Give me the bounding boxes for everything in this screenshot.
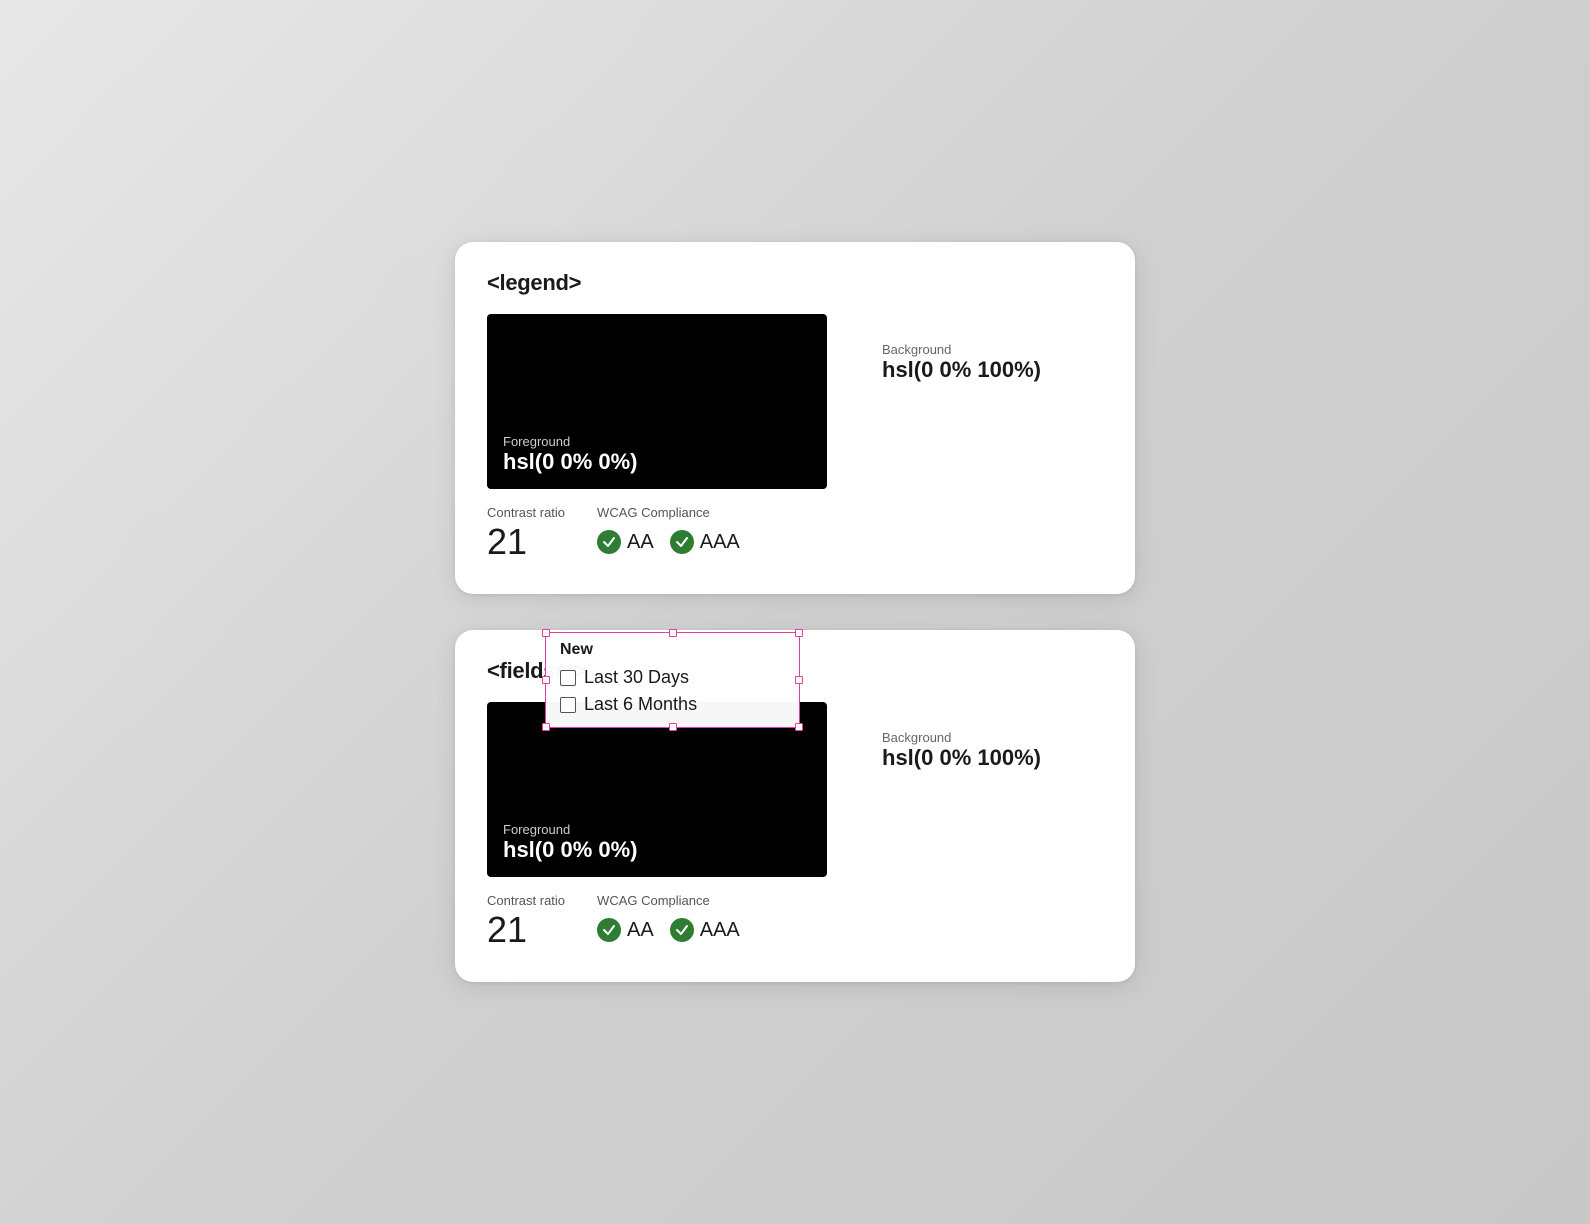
handle-tr xyxy=(795,629,803,637)
foreground-info-2: Foreground hsl(0 0% 0%) xyxy=(503,822,638,863)
foreground-label-2: Foreground xyxy=(503,822,638,837)
aa-label-2: AA xyxy=(627,919,654,942)
preview-row: Foreground hsl(0 0% 0%) Background hsl(0… xyxy=(487,314,1103,489)
foreground-value-2: hsl(0 0% 0%) xyxy=(503,837,638,863)
contrast-ratio-value: 21 xyxy=(487,522,565,562)
selection-overlay: New Last 30 Days Last 6 Months xyxy=(545,632,800,728)
page-container: <legend> Foreground hsl(0 0% 0%) Backgro… xyxy=(455,242,1135,981)
contrast-ratio-label: Contrast ratio xyxy=(487,505,565,520)
wcag-label-2: WCAG Compliance xyxy=(597,893,740,908)
foreground-info: Foreground hsl(0 0% 0%) xyxy=(503,434,638,475)
selection-item-2: Last 6 Months xyxy=(560,694,785,715)
selection-item-2-label: Last 6 Months xyxy=(584,694,697,715)
metrics-row-2: Contrast ratio 21 WCAG Compliance AA xyxy=(487,893,1103,950)
contrast-ratio-value-2: 21 xyxy=(487,910,565,950)
handle-bc xyxy=(669,723,677,731)
aa-check-icon-2 xyxy=(597,918,621,942)
aa-badge: AA xyxy=(597,530,654,554)
handle-mr xyxy=(795,676,803,684)
background-value-2: hsl(0 0% 100%) xyxy=(882,745,1041,771)
checkbox-1[interactable] xyxy=(560,670,576,686)
wcag-label: WCAG Compliance xyxy=(597,505,740,520)
aa-badge-2: AA xyxy=(597,918,654,942)
checkbox-2[interactable] xyxy=(560,697,576,713)
wcag-badges-2: AA AAA xyxy=(597,918,740,942)
wcag-badges: AA AAA xyxy=(597,530,740,554)
aa-check-icon xyxy=(597,530,621,554)
handle-bl xyxy=(542,723,550,731)
color-preview: Foreground hsl(0 0% 0%) xyxy=(487,314,827,489)
metrics-row: Contrast ratio 21 WCAG Compliance AA xyxy=(487,505,1103,562)
aaa-badge-2: AAA xyxy=(670,918,740,942)
selection-item-1: Last 30 Days xyxy=(560,667,785,688)
aaa-label: AAA xyxy=(700,531,740,554)
background-info-2: Background hsl(0 0% 100%) xyxy=(882,730,1041,771)
selection-title: New xyxy=(560,641,597,659)
handle-tc xyxy=(669,629,677,637)
handle-br xyxy=(795,723,803,731)
contrast-ratio-label-2: Contrast ratio xyxy=(487,893,565,908)
wcag-group: WCAG Compliance AA AAA xyxy=(597,505,740,554)
aaa-check-icon xyxy=(670,530,694,554)
background-label-2: Background xyxy=(882,730,1041,745)
background-label: Background xyxy=(882,342,1041,357)
selection-box: New Last 30 Days Last 6 Months xyxy=(545,632,800,728)
aaa-check-icon-2 xyxy=(670,918,694,942)
handle-ml xyxy=(542,676,550,684)
legend-card: <legend> Foreground hsl(0 0% 0%) Backgro… xyxy=(455,242,1135,594)
selection-item-1-label: Last 30 Days xyxy=(584,667,689,688)
handle-tl xyxy=(542,629,550,637)
wcag-group-2: WCAG Compliance AA AAA xyxy=(597,893,740,942)
background-value: hsl(0 0% 100%) xyxy=(882,357,1041,383)
legend-tag-label: <legend> xyxy=(487,270,1103,296)
aa-label: AA xyxy=(627,531,654,554)
aaa-label-2: AAA xyxy=(700,919,740,942)
contrast-ratio-group: Contrast ratio 21 xyxy=(487,505,565,562)
foreground-label: Foreground xyxy=(503,434,638,449)
aaa-badge: AAA xyxy=(670,530,740,554)
background-info: Background hsl(0 0% 100%) xyxy=(882,342,1041,383)
contrast-ratio-group-2: Contrast ratio 21 xyxy=(487,893,565,950)
foreground-value: hsl(0 0% 0%) xyxy=(503,449,638,475)
